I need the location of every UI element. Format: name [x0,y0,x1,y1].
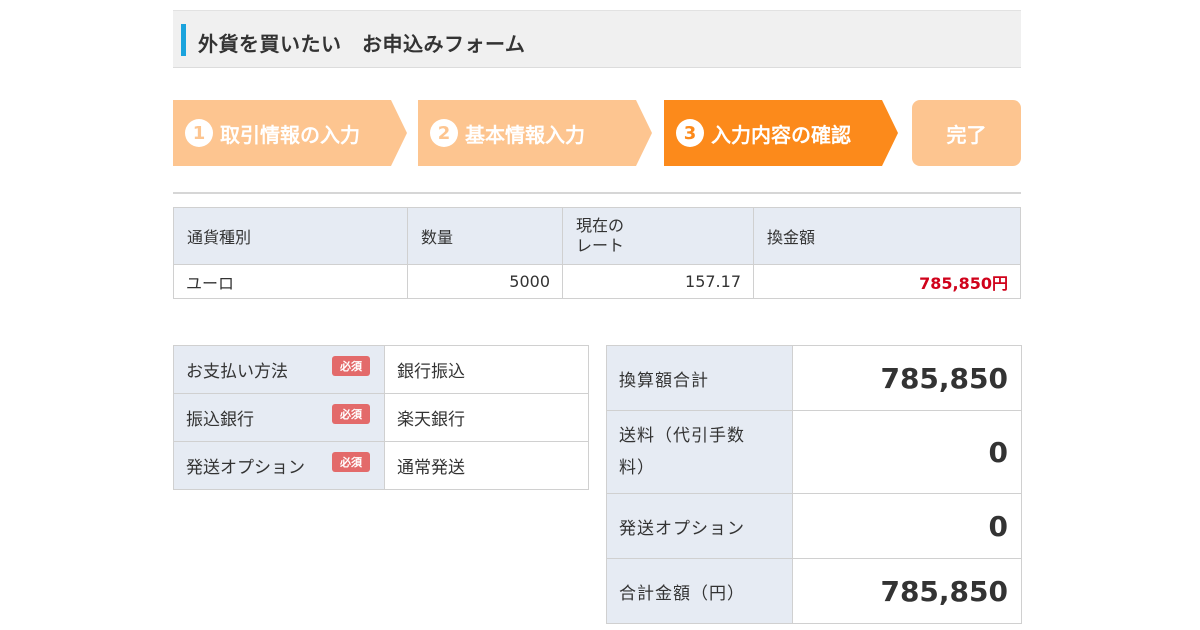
step-complete: 完了 [912,100,1021,166]
required-badge: 必須 [332,452,370,472]
transfer-bank-value: 楽天銀行 [384,393,589,442]
grand-total-value: 785,850 [792,558,1022,624]
shipping-fee-value: 0 [792,410,1022,494]
cell-currency: ユーロ [173,264,408,299]
payment-method-value: 銀行振込 [384,345,589,394]
table-row: 発送オプション 0 [606,493,1022,559]
table-row: 送料（代引手数料） 0 [606,410,1022,494]
summary-table: 換算額合計 785,850 送料（代引手数料） 0 発送オプション 0 合計金額… [606,345,1022,624]
page-title: 外貨を買いたい お申込みフォーム [198,32,526,56]
header-currency: 通貨種別 [173,207,408,265]
converted-total-value: 785,850 [792,345,1022,411]
table-row: ユーロ 5000 157.17 785,850円 [173,264,1021,299]
step-label: 取引情報の入力 [220,122,360,147]
step-3-active: 3 入力内容の確認 [664,100,898,166]
table-row: 合計金額（円） 785,850 [606,558,1022,624]
table-row: 換算額合計 785,850 [606,345,1022,411]
cell-rate: 157.17 [562,264,754,299]
step-label: 基本情報入力 [465,122,585,147]
shipping-option-value: 通常発送 [384,441,589,490]
label-text: 振込銀行 [186,410,254,430]
table-header-row: 通貨種別 数量 現在の レート 換金額 [173,207,1021,265]
shipping-option-label: 発送オプション [606,493,793,559]
shipping-option-value: 0 [792,493,1022,559]
payment-details-table: お支払い方法 必須 銀行振込 振込銀行 必須 楽天銀行 発送オプション 必須 通… [173,345,589,490]
label-text: 発送オプション [186,458,305,478]
form-header: 外貨を買いたい お申込みフォーム [173,10,1021,68]
step-number-3-icon: 3 [676,119,704,147]
header-quantity: 数量 [407,207,563,265]
header-accent-bar [181,24,186,56]
required-badge: 必須 [332,356,370,376]
table-row: お支払い方法 必須 銀行振込 [173,345,589,394]
header-rate: 現在の レート [562,207,754,265]
divider [173,192,1021,194]
required-badge: 必須 [332,404,370,424]
currency-table: 通貨種別 数量 現在の レート 換金額 ユーロ 5000 157.17 785,… [173,207,1021,299]
shipping-option-label: 発送オプション 必須 [173,441,385,490]
transfer-bank-label: 振込銀行 必須 [173,393,385,442]
label-text: お支払い方法 [186,362,288,382]
cell-amount: 785,850円 [753,264,1021,299]
cell-quantity: 5000 [407,264,563,299]
step-number-1-icon: 1 [185,119,213,147]
step-1: 1 取引情報の入力 [173,100,407,166]
table-row: 発送オプション 必須 通常発送 [173,441,589,490]
shipping-fee-label: 送料（代引手数料） [606,410,793,494]
step-label: 完了 [946,122,987,147]
grand-total-label: 合計金額（円） [606,558,793,624]
progress-steps: 1 取引情報の入力 2 基本情報入力 3 入力内容の確認 完了 [173,100,1021,166]
table-row: 振込銀行 必須 楽天銀行 [173,393,589,442]
converted-total-label: 換算額合計 [606,345,793,411]
header-amount: 換金額 [753,207,1021,265]
step-number-2-icon: 2 [430,119,458,147]
step-label: 入力内容の確認 [711,122,851,147]
payment-method-label: お支払い方法 必須 [173,345,385,394]
step-2: 2 基本情報入力 [418,100,652,166]
